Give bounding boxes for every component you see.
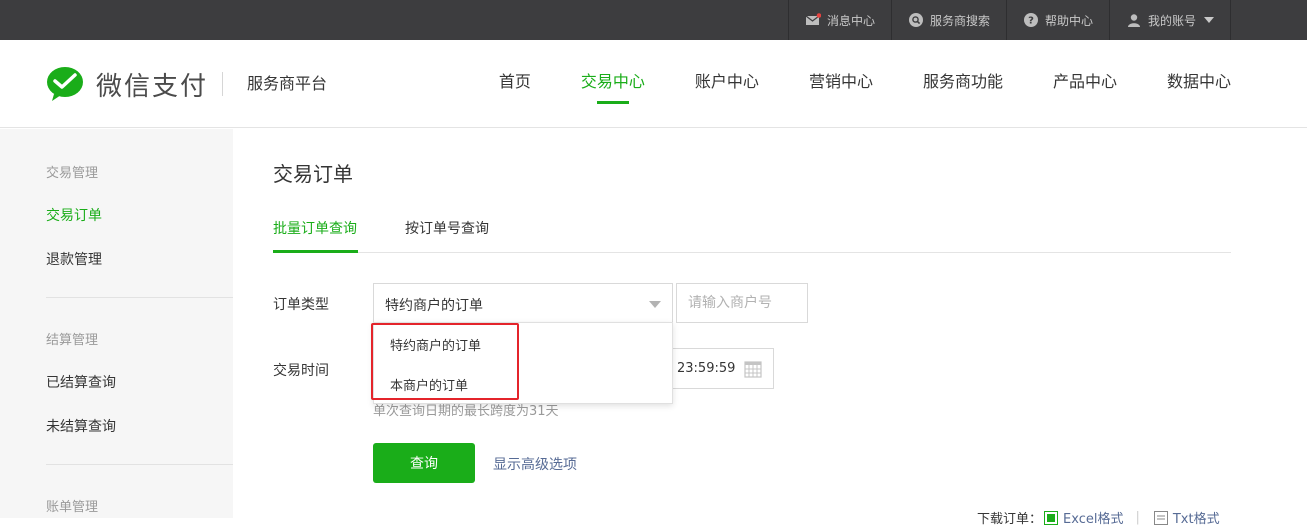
- sidebar-item-refund-management[interactable]: 退款管理: [46, 249, 102, 269]
- search-icon: [908, 12, 924, 28]
- sidebar: 交易管理 交易订单 退款管理 结算管理 已结算查询 未结算查询 账单管理: [0, 129, 233, 518]
- show-advanced-options-link[interactable]: 显示高级选项: [493, 454, 577, 474]
- order-type-dropdown: 特约商户的订单 本商户的订单: [373, 322, 673, 404]
- nav-transaction-center[interactable]: 交易中心: [581, 40, 645, 128]
- tab-batch-order-query[interactable]: 批量订单查询: [273, 218, 357, 238]
- provider-search-label: 服务商搜索: [929, 13, 990, 28]
- sidebar-item-transaction-orders[interactable]: 交易订单: [46, 205, 102, 225]
- top-nav: 消息中心 服务商搜索 ? 帮助中心 我的账号: [787, 0, 1231, 40]
- help-icon: ?: [1023, 12, 1039, 28]
- sidebar-item-settled-query[interactable]: 已结算查询: [46, 372, 116, 392]
- message-center-link[interactable]: 消息中心: [787, 0, 891, 40]
- help-center-link[interactable]: ? 帮助中心: [1005, 0, 1109, 40]
- my-account-label: 我的账号: [1147, 13, 1196, 28]
- sidebar-item-unsettled-query[interactable]: 未结算查询: [46, 416, 116, 436]
- svg-text:?: ?: [1028, 16, 1034, 27]
- nav-home[interactable]: 首页: [499, 40, 531, 128]
- wechat-pay-logo-icon: [47, 67, 83, 101]
- merchant-number-input[interactable]: [676, 283, 808, 323]
- sidebar-divider: [46, 297, 233, 298]
- platform-name: 服务商平台: [222, 72, 327, 96]
- mail-icon: [805, 12, 821, 28]
- chevron-down-icon: [649, 301, 661, 308]
- sidebar-divider: [46, 464, 233, 465]
- nav-account-center[interactable]: 账户中心: [695, 40, 759, 128]
- sidebar-group-transaction-management: 交易管理: [46, 166, 99, 181]
- header: 微信支付 服务商平台 首页 交易中心 账户中心 营销中心 服务商功能 产品中心 …: [0, 40, 1307, 128]
- user-icon: [1126, 12, 1142, 28]
- tab-bar: 批量订单查询 按订单号查询: [273, 206, 1231, 253]
- page-title: 交易订单: [273, 162, 353, 186]
- end-time-value: 23:59:59: [677, 361, 736, 376]
- message-center-label: 消息中心: [826, 13, 875, 28]
- sidebar-group-bill-management: 账单管理: [46, 500, 99, 515]
- nav-product-center[interactable]: 产品中心: [1053, 40, 1117, 128]
- order-type-label: 订单类型: [273, 297, 329, 313]
- transaction-time-label: 交易时间: [273, 363, 329, 379]
- nav-marketing-center[interactable]: 营销中心: [809, 40, 873, 128]
- nav-provider-functions[interactable]: 服务商功能: [923, 40, 1003, 128]
- main-nav: 首页 交易中心 账户中心 营销中心 服务商功能 产品中心 数据中心: [449, 40, 1231, 128]
- calendar-icon[interactable]: [744, 360, 762, 382]
- tab-query-by-order-number[interactable]: 按订单号查询: [405, 218, 489, 238]
- active-tab-indicator: [273, 250, 358, 253]
- order-type-select[interactable]: 特约商户的订单: [373, 283, 673, 323]
- brand-name: 微信支付: [96, 71, 209, 102]
- chevron-down-icon: [1204, 17, 1214, 23]
- dropdown-option-special-merchant-orders[interactable]: 特约商户的订单: [390, 335, 481, 354]
- wechat-pay-logo[interactable]: 微信支付: [46, 64, 208, 104]
- order-type-selected-value: 特约商户的订单: [385, 298, 483, 314]
- dropdown-option-own-merchant-orders[interactable]: 本商户的订单: [390, 375, 468, 394]
- top-bar: 消息中心 服务商搜索 ? 帮助中心 我的账号: [0, 0, 1307, 40]
- help-center-label: 帮助中心: [1044, 13, 1093, 28]
- sidebar-group-settlement-management: 结算管理: [46, 333, 99, 348]
- nav-data-center[interactable]: 数据中心: [1167, 40, 1231, 128]
- provider-search-link[interactable]: 服务商搜索: [890, 0, 1006, 40]
- my-account-menu[interactable]: 我的账号: [1108, 0, 1231, 40]
- query-button[interactable]: 查询: [373, 443, 475, 483]
